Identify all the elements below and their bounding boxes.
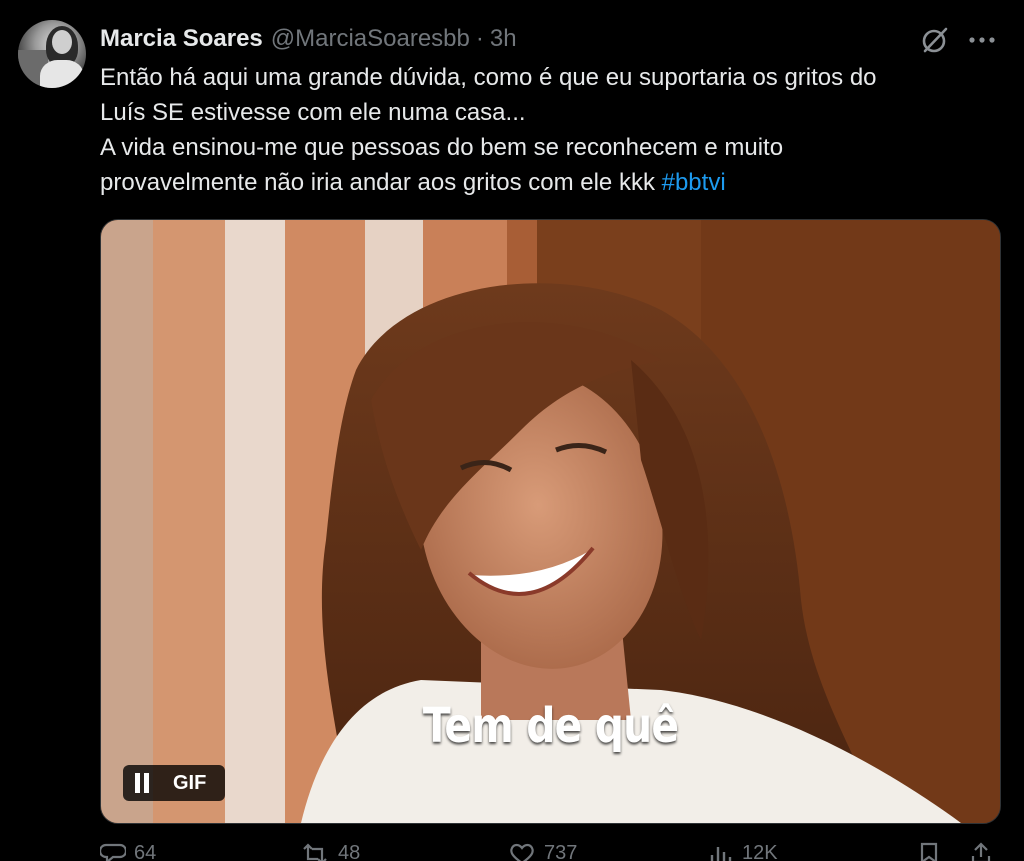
tweet[interactable]: Marcia Soares @MarciaSoaresbb · 3h Então… — [0, 0, 1024, 861]
gif-badge: GIF — [173, 771, 207, 794]
tweet-text-line: A vida ensinou-me que pessoas do bem se … — [100, 134, 784, 161]
grok-icon[interactable] — [918, 24, 950, 56]
reply-icon — [100, 843, 126, 861]
gif-controls[interactable]: GIF — [123, 765, 225, 801]
gif-caption: Tem de quê — [422, 698, 679, 754]
views-count: 12K — [742, 842, 778, 861]
tweet-text-line: provavelmente não iria andar aos gritos … — [100, 165, 1000, 200]
share-button[interactable] — [970, 842, 1000, 861]
views-icon — [710, 846, 732, 861]
hashtag-link[interactable]: #bbtvi — [662, 169, 726, 196]
share-icon — [971, 842, 991, 861]
like-count: 737 — [544, 842, 578, 861]
like-button[interactable]: 737 — [508, 842, 577, 861]
repost-button[interactable]: 48 — [300, 842, 360, 861]
like-icon — [510, 843, 534, 861]
bookmark-button[interactable] — [918, 842, 948, 861]
tweet-text: Então há aqui uma grande dúvida, como é … — [100, 60, 1000, 200]
tweet-text-line: Então há aqui uma grande dúvida, como é … — [100, 64, 877, 91]
timestamp[interactable]: 3h — [490, 25, 517, 53]
tweet-text-line: Luís SE estivesse com ele numa casa... — [100, 99, 526, 126]
bookmark-icon — [920, 842, 938, 861]
display-name[interactable]: Marcia Soares — [100, 25, 263, 53]
pause-icon[interactable] — [133, 773, 151, 793]
gif-media[interactable]: Tem de quê GIF — [100, 219, 1001, 824]
more-icon[interactable] — [964, 26, 1000, 54]
tweet-header: Marcia Soares @MarciaSoaresbb · 3h — [100, 24, 517, 54]
repost-icon — [303, 842, 327, 861]
tweet-actions: 64 48 737 12K — [100, 842, 1000, 861]
user-handle[interactable]: @MarciaSoaresbb — [271, 25, 470, 53]
avatar[interactable] — [18, 20, 86, 88]
repost-count: 48 — [338, 842, 361, 861]
views-button[interactable]: 12K — [708, 842, 778, 861]
tweet-text-last: provavelmente não iria andar aos gritos … — [100, 169, 662, 196]
separator-dot: · — [475, 25, 484, 52]
reply-button[interactable]: 64 — [100, 842, 156, 861]
reply-count: 64 — [134, 842, 157, 861]
